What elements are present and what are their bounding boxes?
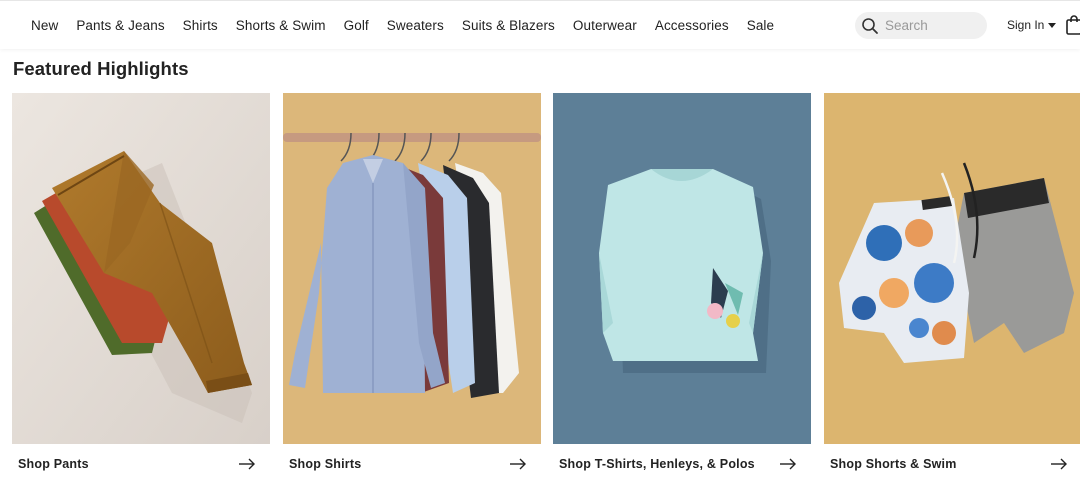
card-label-shorts[interactable]: Shop Shorts & Swim [830, 457, 957, 471]
card-label-pants[interactable]: Shop Pants [18, 457, 89, 471]
arrow-right-icon[interactable] [509, 458, 527, 470]
card-footer-pants[interactable]: Shop Pants [12, 444, 270, 484]
nav-item-golf[interactable]: Golf [344, 18, 369, 33]
shopping-bag-icon[interactable] [1066, 15, 1080, 35]
arrow-right-icon[interactable] [238, 458, 256, 470]
card-label-tshirts[interactable]: Shop T-Shirts, Henleys, & Polos [559, 457, 755, 471]
nav-item-shorts-swim[interactable]: Shorts & Swim [236, 18, 326, 33]
caret-down-icon [1048, 22, 1057, 28]
card-shorts[interactable]: Shop Shorts & Swim [824, 93, 1080, 484]
card-footer-shorts[interactable]: Shop Shorts & Swim [824, 444, 1080, 484]
card-pants[interactable]: Shop Pants [12, 93, 270, 484]
nav-links: New Pants & Jeans Shirts Shorts & Swim G… [31, 18, 792, 33]
shorts-image[interactable] [824, 93, 1080, 444]
card-shirts[interactable]: Shop Shirts [283, 93, 541, 484]
nav-item-pants-jeans[interactable]: Pants & Jeans [76, 18, 164, 33]
tshirts-image[interactable] [553, 93, 811, 444]
nav-item-outerwear[interactable]: Outerwear [573, 18, 637, 33]
nav-item-shirts[interactable]: Shirts [183, 18, 218, 33]
arrow-right-icon[interactable] [779, 458, 797, 470]
card-footer-shirts[interactable]: Shop Shirts [283, 444, 541, 484]
nav-item-sweaters[interactable]: Sweaters [387, 18, 444, 33]
nav-item-new[interactable]: New [31, 18, 58, 33]
pants-image[interactable] [12, 93, 270, 444]
section-title: Featured Highlights [13, 58, 189, 79]
nav-item-sale[interactable]: Sale [747, 18, 774, 33]
nav-item-suits-blazers[interactable]: Suits & Blazers [462, 18, 555, 33]
card-label-shirts[interactable]: Shop Shirts [289, 457, 361, 471]
shirts-image[interactable] [283, 93, 541, 444]
top-nav: New Pants & Jeans Shirts Shorts & Swim G… [0, 0, 1080, 49]
card-footer-tshirts[interactable]: Shop T-Shirts, Henleys, & Polos [553, 444, 811, 484]
arrow-right-icon[interactable] [1050, 458, 1068, 470]
sign-in-menu[interactable]: Sign In [1007, 18, 1057, 32]
search-icon[interactable] [861, 17, 879, 35]
search-input[interactable] [883, 17, 982, 34]
search-box[interactable] [855, 12, 987, 39]
card-tshirts[interactable]: Shop T-Shirts, Henleys, & Polos [553, 93, 811, 484]
sign-in-label: Sign In [1007, 18, 1045, 32]
nav-item-accessories[interactable]: Accessories [655, 18, 729, 33]
